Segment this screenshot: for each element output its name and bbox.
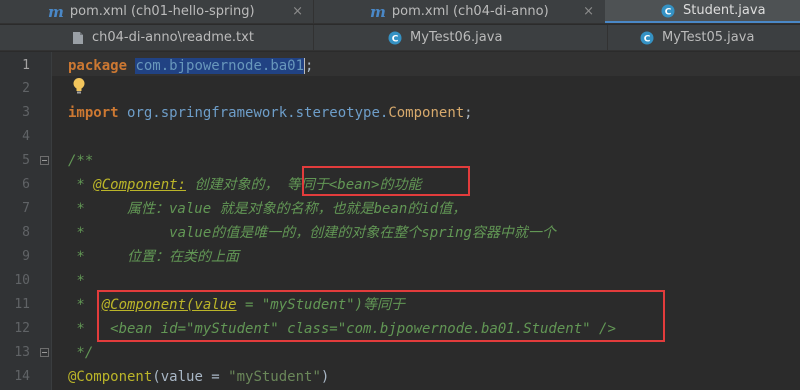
code-line-8[interactable]: * value的值是唯一的，创建的对象在整个spring容器中就一个 (68, 221, 555, 245)
import-package: org.springframework.stereotype. (127, 105, 389, 121)
line-number: 7 (22, 201, 30, 216)
line-number: 11 (14, 297, 30, 312)
tab-label: MyTest06.java (410, 30, 503, 45)
semicolon: ; (464, 105, 473, 121)
code-line-9[interactable]: * 位置：在类的上面 (68, 245, 239, 269)
line-number: 5 (22, 153, 30, 168)
comment-star: * (68, 177, 94, 193)
code-editor[interactable]: 1 2 3 4 5 6 7 8 9 10 11 12 13 14 package… (0, 52, 800, 390)
editor-tab-bar-bottom: ch04-di-anno\readme.txt C MyTest06.java … (0, 25, 800, 51)
semicolon: ; (305, 58, 314, 74)
tab-pom-di-anno[interactable]: m pom.xml (ch04-di-anno) × (360, 0, 604, 23)
comment-text: 创建对象的， (186, 177, 287, 193)
code-line-1[interactable]: package com.bjpowernode.ba01; (68, 54, 313, 78)
line-number: 13 (14, 345, 30, 360)
editor-tab-bar-top: m pom.xml (ch01-hello-spring) × m pom.xm… (0, 0, 800, 24)
line-number: 3 (22, 105, 30, 120)
fold-collapse-icon[interactable] (40, 156, 49, 165)
intention-bulb-icon[interactable] (72, 77, 86, 95)
code-line-14[interactable]: @Component(value = "myStudent") (68, 365, 329, 389)
line-number: 2 (22, 81, 30, 96)
line-number: 8 (22, 225, 30, 240)
tab-student-java[interactable]: C Student.java (605, 0, 800, 23)
code-line-13[interactable]: */ (68, 341, 93, 365)
tab-label: Student.java (683, 3, 766, 18)
line-number: 14 (14, 369, 30, 384)
fold-end-icon[interactable] (40, 348, 49, 357)
text-file-icon (73, 31, 83, 44)
highlight-box-bean-equivalent (302, 166, 470, 196)
keyword-import: import (68, 105, 119, 121)
line-number: 9 (22, 249, 30, 264)
java-class-icon: C (661, 4, 675, 17)
svg-text:C: C (665, 7, 672, 17)
tab-readme[interactable]: ch04-di-anno\readme.txt (62, 25, 312, 50)
line-number: 4 (22, 129, 30, 144)
tab-label: MyTest05.java (662, 30, 755, 45)
selected-package-name: com.bjpowernode.ba01 (135, 58, 305, 74)
keyword-package: package (68, 58, 128, 74)
annotation-string-value: "myStudent" (228, 369, 321, 385)
tab-pom-hello-spring[interactable]: m pom.xml (ch01-hello-spring) × (38, 0, 313, 23)
tab-label: ch04-di-anno\readme.txt (92, 30, 254, 45)
line-number-gutter[interactable]: 1 2 3 4 5 6 7 8 9 10 11 12 13 14 (0, 52, 52, 390)
maven-icon: m (48, 2, 64, 21)
close-icon[interactable]: × (292, 4, 303, 19)
tab-label: pom.xml (ch01-hello-spring) (69, 4, 255, 19)
svg-text:C: C (392, 34, 399, 44)
import-class: Component (388, 105, 465, 121)
maven-icon: m (370, 2, 386, 21)
comment-annotation-tag: @Component: (93, 177, 187, 193)
line-number: 1 (22, 58, 30, 73)
code-line-10[interactable]: * (68, 269, 84, 293)
java-class-icon: C (388, 31, 402, 44)
code-line-3[interactable]: import org.springframework.stereotype.Co… (68, 101, 473, 125)
annotation-open: (value = (152, 369, 229, 385)
highlight-box-component-example (97, 290, 665, 342)
code-line-7[interactable]: * 属性：value 就是对象的名称，也就是bean的id值， (68, 197, 466, 221)
line-number: 10 (14, 273, 30, 288)
annotation-component: @Component (68, 369, 153, 385)
svg-text:C: C (644, 34, 651, 44)
line-number: 12 (14, 321, 30, 336)
code-line-5[interactable]: /** (68, 149, 93, 173)
close-icon[interactable]: × (583, 4, 594, 19)
tab-mytest06[interactable]: C MyTest06.java (378, 25, 608, 50)
annotation-close: ) (320, 369, 330, 385)
java-class-icon: C (640, 31, 654, 44)
line-number: 6 (22, 177, 30, 192)
tab-label: pom.xml (ch04-di-anno) (391, 4, 549, 19)
tab-mytest05[interactable]: C MyTest05.java (630, 25, 800, 50)
